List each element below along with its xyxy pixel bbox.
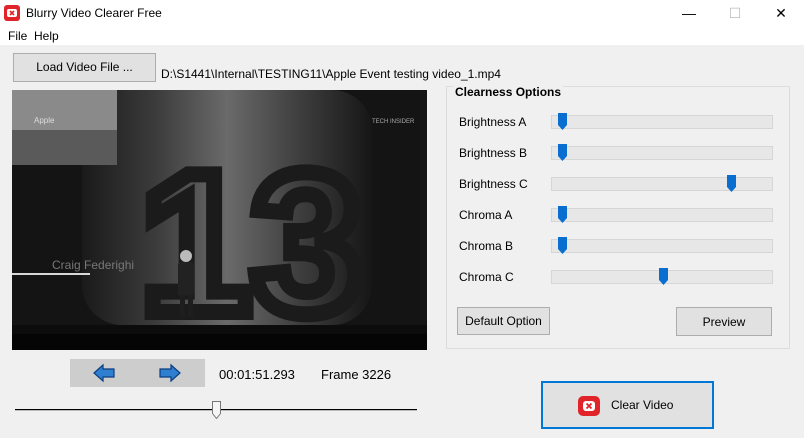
previous-frame-arrow-icon[interactable]: [92, 362, 116, 384]
option-slider-track[interactable]: [551, 113, 773, 130]
timeline-slider-thumb[interactable]: [212, 401, 221, 419]
video-preview[interactable]: Apple TECH INSIDER 13 Craig Federighi: [12, 90, 427, 350]
option-slider-thumb[interactable]: [558, 237, 567, 254]
slider-label: Brightness A: [459, 115, 527, 129]
default-option-button[interactable]: Default Option: [457, 307, 550, 335]
option-slider-track[interactable]: [551, 268, 773, 285]
timecode-label: 00:01:51.293: [219, 367, 295, 382]
title-bar: Blurry Video Clearer Free — ☐ ✕: [0, 0, 804, 27]
slider-label: Chroma C: [459, 270, 514, 284]
frame-number-label: Frame 3226: [321, 367, 392, 382]
preview-button[interactable]: Preview: [676, 307, 772, 336]
video-overlay-brand: Apple: [34, 116, 55, 125]
next-frame-arrow-icon[interactable]: [158, 362, 182, 384]
video-frame-image: Apple TECH INSIDER 13 Craig Federighi: [12, 90, 427, 350]
window-title: Blurry Video Clearer Free: [26, 6, 162, 20]
slider-label: Chroma A: [459, 208, 513, 222]
app-logo-icon: [4, 5, 20, 21]
video-big-number: 13: [140, 132, 362, 350]
option-slider-thumb[interactable]: [727, 175, 736, 192]
slider-label: Chroma B: [459, 239, 514, 253]
minimize-button[interactable]: —: [666, 0, 712, 27]
maximize-button[interactable]: ☐: [712, 0, 758, 27]
option-slider-track[interactable]: [551, 206, 773, 223]
clear-video-button[interactable]: Clear Video: [541, 381, 714, 429]
option-slider-thumb[interactable]: [659, 268, 668, 285]
option-slider-thumb[interactable]: [558, 206, 567, 223]
video-overlay-source: TECH INSIDER: [372, 119, 415, 125]
slider-label: Brightness B: [459, 146, 528, 160]
option-slider-track[interactable]: [551, 237, 773, 254]
clearness-options-title: Clearness Options: [453, 85, 564, 99]
option-slider-track[interactable]: [551, 144, 773, 161]
option-slider-thumb[interactable]: [558, 113, 567, 130]
slider-label: Brightness C: [459, 177, 528, 191]
option-slider-track[interactable]: [551, 175, 773, 192]
menu-help[interactable]: Help: [34, 29, 59, 43]
option-slider-thumb[interactable]: [558, 144, 567, 161]
clear-video-label: Clear Video: [611, 398, 674, 412]
load-video-button[interactable]: Load Video File ...: [13, 53, 156, 82]
menu-file[interactable]: File: [8, 29, 27, 43]
frame-navigation: [70, 359, 205, 387]
clear-video-icon: [578, 396, 600, 416]
menu-bar: File Help: [0, 27, 804, 45]
close-button[interactable]: ✕: [758, 0, 804, 27]
file-path-label: D:\S1441\Internal\TESTING11\Apple Event …: [161, 67, 501, 81]
video-overlay-name: Craig Federighi: [52, 258, 134, 272]
